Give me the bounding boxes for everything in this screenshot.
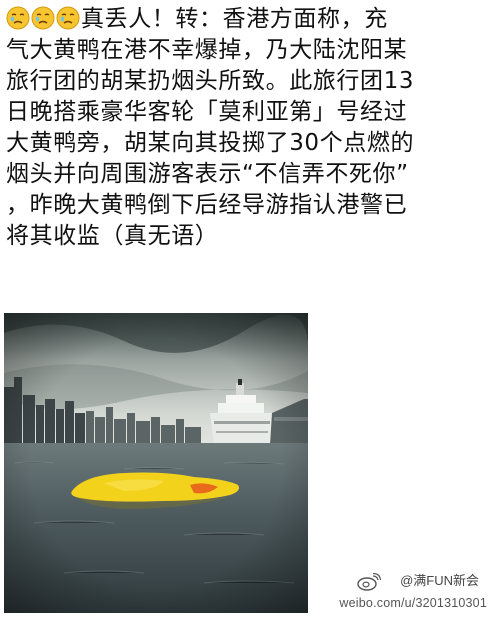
- crying-face-icon: [56, 6, 80, 30]
- watermark-url: weibo.com/u/3201310301: [339, 596, 487, 610]
- crying-face-icon: [6, 6, 30, 30]
- post-line: 气大黄鸭在港不幸爆掉，乃大陆沈阳某: [6, 37, 408, 63]
- watermark: @满FUN新会 weibo.com/u/3201310301: [307, 572, 487, 616]
- post-line-text: 真丢人！转：香港方面称，充: [81, 6, 388, 32]
- post-line: 旅行团的胡某扔烟头所致。此旅行团13: [6, 68, 415, 94]
- post-line: 日晚搭乘豪华客轮「莫利亚第」号经过: [6, 99, 408, 125]
- post-line: ，昨晚大黄鸭倒下后经导游指认港警已: [6, 192, 408, 218]
- watermark-account: @满FUN新会: [400, 573, 479, 588]
- deflated-rubber-duck-photo: [4, 313, 308, 613]
- post-line: 将其收监（真无语）: [6, 223, 219, 249]
- post-text: 真丢人！转：香港方面称，充 气大黄鸭在港不幸爆掉，乃大陆沈阳某 旅行团的胡某扔烟…: [6, 4, 488, 252]
- weibo-logo-icon: [357, 572, 382, 591]
- post-line: 大黄鸭旁，胡某向其投掷了30个点燃的: [6, 130, 415, 156]
- post-line: 烟头并向周围游客表示“不信弄不死你”: [6, 161, 409, 187]
- post-line: 真丢人！转：香港方面称，充: [6, 4, 488, 35]
- crying-face-icon: [31, 6, 55, 30]
